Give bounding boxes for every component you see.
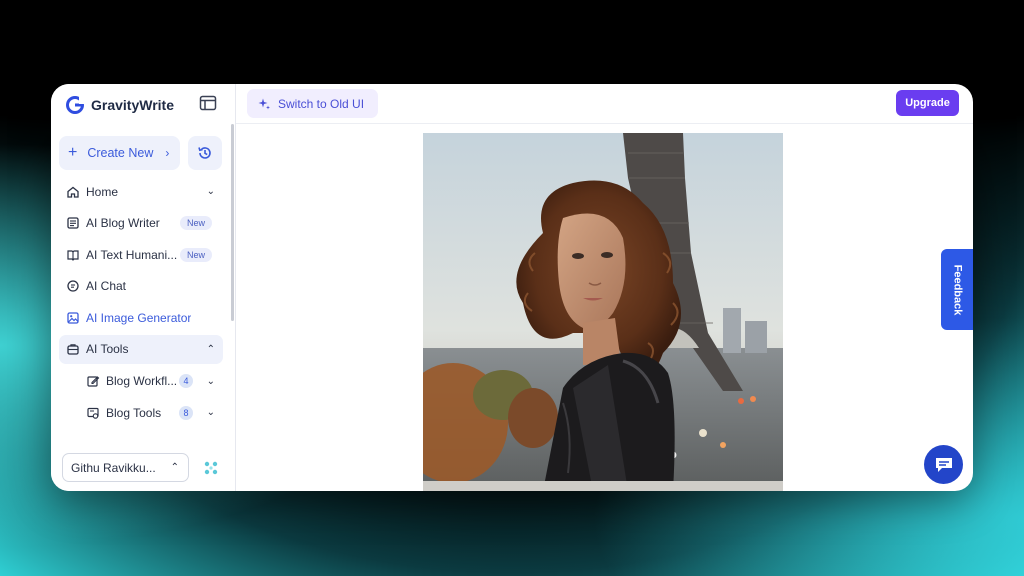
sidebar-item-home[interactable]: Home ⌄ bbox=[59, 177, 223, 206]
sidebar-item-label: Home bbox=[86, 184, 119, 199]
history-icon bbox=[198, 147, 211, 159]
user-workspace-select[interactable]: Githu Ravikku... ⌃ bbox=[62, 453, 189, 482]
topbar: Switch to Old UI Upgrade bbox=[236, 84, 973, 124]
chat-icon bbox=[67, 280, 79, 292]
team-grid-icon[interactable] bbox=[201, 458, 221, 478]
tools-icon bbox=[87, 407, 99, 419]
feedback-tab[interactable]: Feedback bbox=[941, 249, 973, 330]
chevron-right-icon: › bbox=[165, 146, 170, 160]
switch-old-ui-button[interactable]: Switch to Old UI bbox=[247, 89, 378, 118]
sidebar-toggle-icon[interactable] bbox=[199, 95, 217, 111]
paris-portrait-illustration bbox=[423, 133, 783, 491]
image-icon bbox=[67, 312, 79, 324]
chat-bubble-icon bbox=[935, 457, 952, 472]
history-button[interactable] bbox=[188, 136, 222, 170]
sidebar-item-label: Blog Tools bbox=[106, 405, 162, 420]
gravitywrite-logo-icon bbox=[66, 96, 85, 114]
sidebar: GravityWrite + Create New › Home ⌄ AI Bl… bbox=[51, 84, 236, 491]
count-badge: 4 bbox=[179, 374, 193, 389]
chevron-down-icon[interactable]: ⌄ bbox=[207, 407, 215, 418]
sidebar-item-ai-tools[interactable]: AI Tools ⌃ bbox=[59, 334, 223, 364]
chevron-up-icon: ⌃ bbox=[170, 462, 179, 473]
sidebar-item-blog-tools[interactable]: Blog Tools 8 ⌄ bbox=[59, 398, 223, 427]
new-badge: New bbox=[180, 247, 213, 262]
new-badge: New bbox=[180, 216, 213, 231]
switch-old-ui-label: Switch to Old UI bbox=[278, 96, 365, 111]
sparkle-icon bbox=[258, 98, 270, 109]
sidebar-item-ai-chat[interactable]: AI Chat bbox=[59, 272, 223, 301]
sidebar-item-ai-blog-writer[interactable]: AI Blog Writer New bbox=[59, 209, 223, 238]
chevron-down-icon[interactable]: ⌄ bbox=[207, 376, 215, 387]
book-icon bbox=[67, 250, 79, 261]
upgrade-button[interactable]: Upgrade bbox=[896, 90, 959, 116]
sidebar-item-ai-text-humanizer[interactable]: AI Text Humani... New bbox=[59, 240, 223, 269]
chat-support-button[interactable] bbox=[924, 445, 963, 484]
feedback-label: Feedback bbox=[951, 264, 963, 315]
sidebar-item-label: AI Image Generator bbox=[86, 310, 192, 325]
sidebar-item-blog-workflows[interactable]: Blog Workfl... 4 ⌄ bbox=[59, 367, 223, 396]
sidebar-scrollbar[interactable] bbox=[231, 124, 234, 321]
sidebar-item-label: AI Blog Writer bbox=[86, 216, 160, 231]
sidebar-item-ai-image-generator[interactable]: AI Image Generator bbox=[59, 303, 223, 332]
home-icon bbox=[67, 186, 79, 198]
sidebar-item-label: AI Text Humani... bbox=[86, 247, 178, 262]
document-icon bbox=[67, 217, 79, 229]
plus-icon: + bbox=[68, 144, 78, 161]
chevron-up-icon[interactable]: ⌃ bbox=[207, 344, 215, 355]
edit-icon bbox=[87, 376, 100, 387]
create-new-label: Create New bbox=[87, 146, 154, 160]
brand-name: GravityWrite bbox=[91, 97, 174, 113]
sidebar-nav: Home ⌄ AI Blog Writer New AI Text Humani… bbox=[59, 177, 223, 430]
app-window: GravityWrite + Create New › Home ⌄ AI Bl… bbox=[51, 84, 973, 491]
sidebar-item-label: AI Chat bbox=[86, 279, 127, 294]
count-badge: 8 bbox=[179, 405, 193, 420]
create-new-button[interactable]: + Create New › bbox=[59, 136, 180, 170]
chevron-down-icon[interactable]: ⌄ bbox=[207, 186, 215, 197]
brand[interactable]: GravityWrite bbox=[65, 95, 174, 115]
sidebar-item-label: Blog Workfl... bbox=[106, 374, 178, 389]
briefcase-icon bbox=[67, 344, 79, 356]
user-name: Githu Ravikku... bbox=[71, 460, 156, 475]
generated-image[interactable] bbox=[423, 133, 783, 491]
sidebar-item-label: AI Tools bbox=[86, 342, 129, 357]
